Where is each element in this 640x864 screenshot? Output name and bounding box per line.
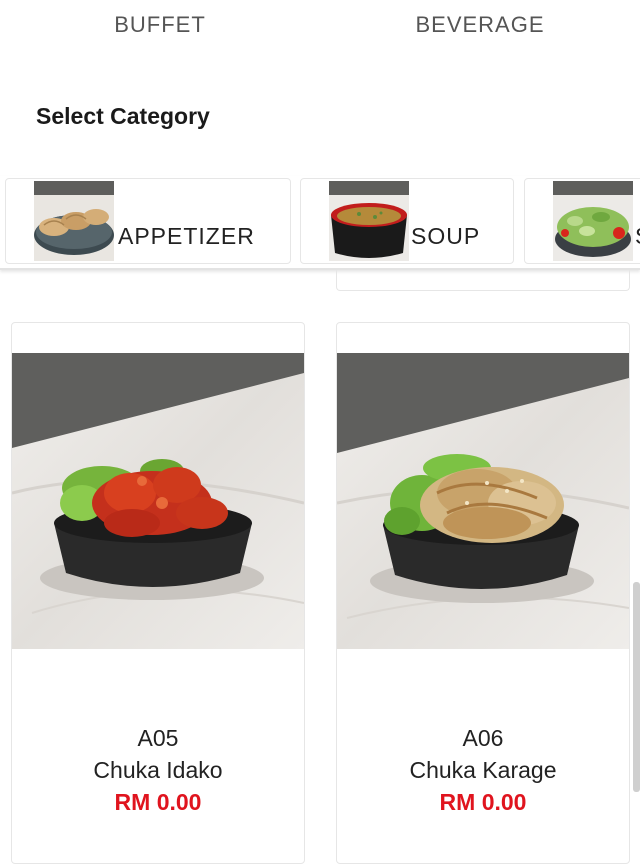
chuka-idako-image — [12, 353, 304, 649]
product-price: RM 0.00 — [439, 789, 527, 815]
gyoza-plate-image — [34, 181, 114, 261]
product-name: Chuka Karage — [409, 757, 557, 783]
miso-soup-bowl-image — [329, 181, 409, 261]
salad-bowl-image — [553, 181, 633, 261]
product-card-a05[interactable]: A05 Chuka Idako RM 0.00 — [11, 322, 305, 864]
chuka-karage-image — [337, 353, 629, 649]
category-label: APPETIZER — [118, 223, 255, 249]
category-label: SOUP — [411, 223, 481, 249]
tab-buffet[interactable]: BUFFET — [0, 0, 320, 52]
product-code: A05 — [137, 725, 179, 751]
product-card-a06[interactable]: A06 Chuka Karage RM 0.00 — [336, 322, 630, 864]
category-salad[interactable]: S — [524, 178, 640, 264]
list-item — [336, 270, 630, 291]
category-strip[interactable]: APPETIZER SOUP — [0, 176, 640, 270]
product-price: RM 0.00 — [114, 789, 202, 815]
top-tab-bar: BUFFET BEVERAGE — [0, 0, 640, 52]
category-label: S — [635, 223, 640, 250]
scrollbar[interactable] — [633, 582, 640, 792]
section-title: Select Category — [36, 103, 210, 129]
category-appetizer[interactable]: APPETIZER — [5, 178, 291, 264]
tab-beverage[interactable]: BEVERAGE — [320, 0, 640, 52]
category-soup[interactable]: SOUP — [300, 178, 514, 264]
product-code: A06 — [462, 725, 504, 751]
product-name: Chuka Idako — [93, 757, 223, 783]
